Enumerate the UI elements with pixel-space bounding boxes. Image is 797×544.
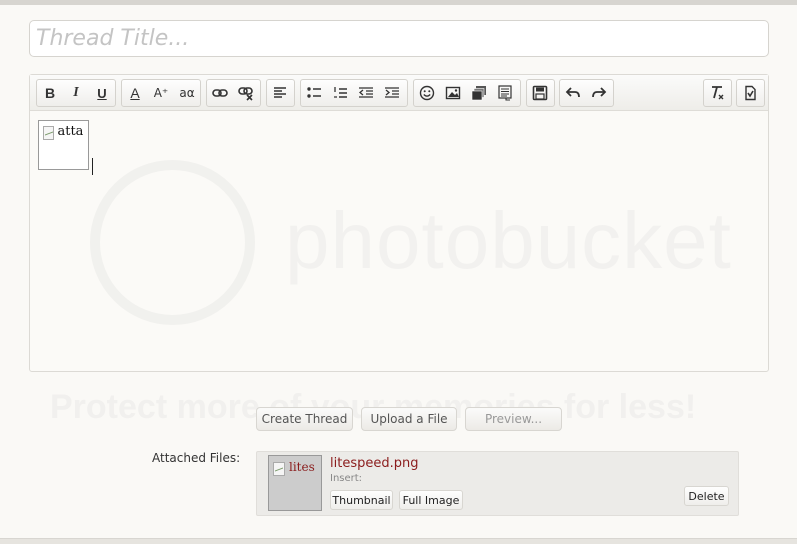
attachment-item: lites litespeed.png Insert: Thumbnail Fu… xyxy=(256,451,739,516)
undo-button[interactable] xyxy=(560,80,586,106)
broken-image-icon xyxy=(273,462,285,476)
remove-formatting-button[interactable] xyxy=(704,80,730,106)
code-button[interactable] xyxy=(492,80,518,106)
save-group xyxy=(526,79,555,107)
align-left-button[interactable] xyxy=(267,80,293,106)
align-left-icon xyxy=(274,87,286,98)
top-border xyxy=(0,0,797,5)
media-button[interactable] xyxy=(466,80,492,106)
thumbnail-alt-text: lites xyxy=(289,460,315,474)
list-group xyxy=(300,79,408,107)
switch-editor-mode-button[interactable] xyxy=(737,80,763,106)
bullet-list-icon xyxy=(307,87,321,98)
numbered-list-icon xyxy=(334,87,347,98)
media-icon xyxy=(471,86,486,101)
unlink-icon xyxy=(238,87,253,101)
numbered-list-button[interactable] xyxy=(327,80,353,106)
create-thread-button[interactable]: Create Thread xyxy=(256,407,353,431)
bottom-border xyxy=(0,538,797,544)
insert-label: Insert: xyxy=(330,473,363,484)
history-group xyxy=(559,79,614,107)
attachment-thumbnail[interactable]: lites xyxy=(268,455,322,511)
align-group xyxy=(266,79,295,107)
attachment-filename-link[interactable]: litespeed.png xyxy=(330,456,418,471)
smilies-button[interactable] xyxy=(414,80,440,106)
editor-toolbar: B I U A A⁺ aα xyxy=(30,75,768,111)
remove-format-icon xyxy=(712,86,724,100)
link-group xyxy=(206,79,261,107)
save-icon xyxy=(532,85,548,101)
insert-thumbnail-button[interactable]: Thumbnail xyxy=(330,490,393,510)
outdent-button[interactable] xyxy=(353,80,379,106)
text-caret xyxy=(92,158,93,175)
link-icon xyxy=(212,89,228,97)
redo-button[interactable] xyxy=(586,80,612,106)
broken-image-icon xyxy=(43,126,55,140)
indent-icon xyxy=(385,87,399,98)
preview-button[interactable]: Preview... xyxy=(465,407,562,431)
font-family-button[interactable]: aα xyxy=(174,80,200,106)
font-size-button[interactable]: A⁺ xyxy=(148,80,174,106)
delete-attachment-button[interactable]: Delete xyxy=(684,486,729,506)
bold-button[interactable]: B xyxy=(37,80,63,106)
link-button[interactable] xyxy=(207,80,233,106)
font-color-button[interactable]: A xyxy=(122,80,148,106)
inline-attachment-image[interactable]: atta xyxy=(38,120,89,170)
italic-button[interactable]: I xyxy=(63,80,89,106)
image-alt-text: atta xyxy=(57,124,84,139)
underline-button[interactable]: U xyxy=(89,80,115,106)
editor-content-area[interactable]: atta xyxy=(30,112,768,371)
switch-mode-group xyxy=(736,79,765,107)
redo-icon xyxy=(592,87,607,98)
undo-icon xyxy=(565,87,580,98)
image-icon xyxy=(445,86,461,100)
smiley-icon xyxy=(419,85,435,101)
unlink-button[interactable] xyxy=(233,80,259,106)
outdent-icon xyxy=(358,87,373,98)
save-draft-button[interactable] xyxy=(527,80,553,106)
rich-text-editor[interactable]: B I U A A⁺ aα atta xyxy=(29,74,769,372)
remove-format-group xyxy=(703,79,732,107)
attached-files-label: Attached Files: xyxy=(152,451,241,465)
thread-title-input[interactable] xyxy=(29,20,769,57)
text-style-group: B I U xyxy=(36,79,116,107)
code-block-icon xyxy=(498,85,512,101)
font-group: A A⁺ aα xyxy=(121,79,201,107)
switch-mode-icon xyxy=(745,85,756,101)
insert-group xyxy=(413,79,521,107)
bullet-list-button[interactable] xyxy=(301,80,327,106)
indent-button[interactable] xyxy=(379,80,405,106)
image-button[interactable] xyxy=(440,80,466,106)
insert-full-image-button[interactable]: Full Image xyxy=(399,490,463,510)
upload-file-button[interactable]: Upload a File xyxy=(361,407,457,431)
